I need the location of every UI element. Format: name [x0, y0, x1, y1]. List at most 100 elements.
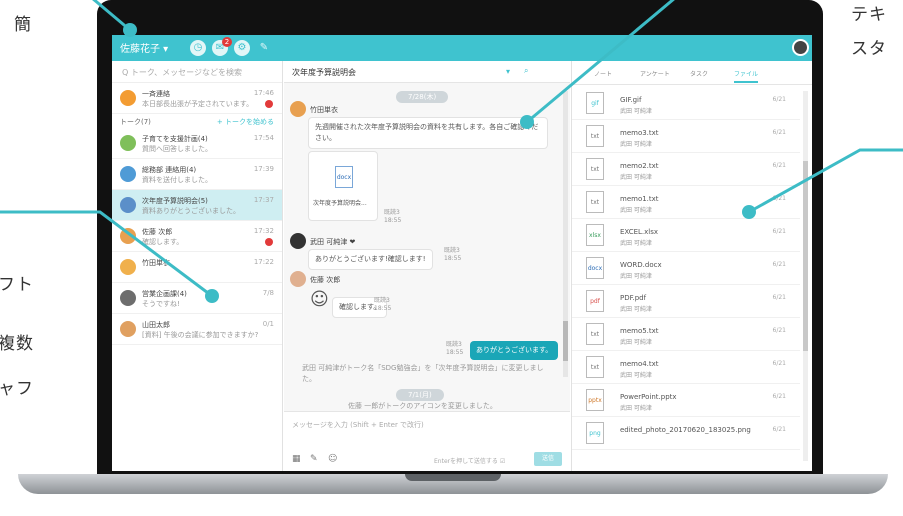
file-name: memo4.txt: [620, 360, 659, 368]
user-menu[interactable]: 佐藤花子 ▾: [120, 40, 168, 55]
list-item-time: 7/8: [262, 289, 274, 297]
file-name: EXCEL.xlsx: [620, 228, 659, 236]
list-item[interactable]: 山田太郎 [資料] 午後の会議に参加できますか? 0/1: [112, 314, 282, 345]
avatar: [290, 233, 306, 249]
send-button[interactable]: 送信: [534, 452, 562, 466]
file-owner: 武田 可純津: [620, 372, 652, 379]
tab-file[interactable]: ファイル: [734, 69, 759, 83]
file-row[interactable]: txt memo5.txt 武田 可純津 6/21: [572, 318, 800, 351]
list-item[interactable]: 総務部 連絡用(4) 資料を送付しました。 17:39: [112, 159, 282, 190]
chat-header: 次年度予算説明会 ▾ ⌕: [284, 61, 570, 83]
list-item[interactable]: 営業企画課(4) そうですね! 7/8: [112, 283, 282, 314]
file-panel: ノート アンケート タスク ファイル gif GIF.gif 武田 可純津 6/21 t…: [571, 61, 812, 471]
list-item-subtitle: [資料] 午後の会議に参加できますか?: [142, 331, 259, 339]
unread-dot: [265, 238, 273, 246]
app-screen: 佐藤花子 ▾ ◷ ✉ 2 ⚙ ✎ Q トーク、メッセージなどを検索 一斉連絡 本…: [112, 35, 812, 471]
side-text-right-2: スタ: [851, 39, 887, 59]
list-item-title: 営業企画課(4): [142, 290, 187, 298]
list-item-title: 総務部 連絡用(4): [142, 166, 197, 174]
avatar: [120, 259, 136, 275]
file-scrollbar[interactable]: [803, 91, 808, 461]
file-row[interactable]: gif GIF.gif 武田 可純津 6/21: [572, 87, 800, 120]
avatar[interactable]: [792, 39, 809, 56]
message-time: 18:55: [384, 217, 402, 224]
message-time: 18:55: [374, 305, 392, 312]
avatar: [120, 228, 136, 244]
file-icon: pdf: [586, 290, 604, 312]
tab-note[interactable]: ノート: [594, 69, 612, 78]
file-name: edited_photo_20170620_183025.png: [620, 426, 751, 434]
file-owner: 武田 可純津: [620, 207, 652, 214]
file-owner: 武田 可純津: [620, 108, 652, 115]
send-hint[interactable]: Enterを押して送信する ☑: [434, 456, 505, 465]
file-icon: txt: [586, 323, 604, 345]
file-row[interactable]: png edited_photo_20170620_183025.png 6/21: [572, 417, 800, 450]
attachment-name: 次年度予算説明会...: [313, 200, 367, 207]
top-bar: 佐藤花子 ▾ ◷ ✉ 2 ⚙ ✎: [112, 35, 812, 61]
list-item-pinned[interactable]: 一斉連絡 本日部長出張が予定されています。 17:46: [112, 83, 282, 114]
list-item[interactable]: 佐藤 次郎 確認します。 17:32: [112, 221, 282, 252]
side-text-left-3: ャフ: [0, 379, 34, 399]
file-date: 6/21: [772, 129, 786, 136]
file-name: memo1.txt: [620, 195, 659, 203]
avatar: [290, 101, 306, 117]
talk-group-header: トーク(7) + トークを始める: [112, 114, 282, 128]
grid-icon[interactable]: ▦: [292, 454, 301, 464]
list-item-time: 17:54: [253, 134, 274, 142]
file-icon: txt: [586, 356, 604, 378]
message-input[interactable]: メッセージを入力 (Shift + Enter で改行): [292, 420, 424, 430]
file-owner: 武田 可純津: [620, 174, 652, 181]
attachment-card[interactable]: docx 次年度予算説明会...: [308, 151, 378, 221]
list-item-title: 佐藤 次郎: [142, 228, 173, 236]
my-message-bubble: ありがとうございます。: [470, 341, 559, 360]
gear-icon[interactable]: ⚙: [234, 40, 250, 56]
file-date: 6/21: [772, 360, 786, 367]
file-icon: gif: [586, 92, 604, 114]
file-owner: 武田 可純津: [620, 306, 652, 313]
file-name: WORD.docx: [620, 261, 662, 269]
side-text-left-1: フト: [0, 275, 34, 295]
message-time: 18:55: [444, 255, 462, 262]
emoji-icon[interactable]: ☺: [328, 454, 337, 464]
wrench-icon[interactable]: ✎: [256, 40, 272, 56]
list-item[interactable]: 子育てを支援計画(4) 質問へ回答しました。 17:54: [112, 128, 282, 159]
system-message: 武田 可純津がトーク名「SDG勉強会」を「次年度予算説明会」に変更しました。: [302, 364, 544, 383]
list-item[interactable]: 竹田単衣 17:22: [112, 252, 282, 283]
file-date: 6/21: [772, 426, 786, 433]
date-separator: 7/1(月): [396, 389, 444, 401]
start-talk-button[interactable]: + トークを始める: [217, 117, 274, 127]
tab-survey[interactable]: アンケート: [640, 69, 670, 78]
megaphone-icon: [120, 90, 136, 106]
chat-menu-icon[interactable]: ▾: [506, 67, 510, 76]
avatar: [120, 290, 136, 306]
file-row[interactable]: docx WORD.docx 武田 可純津 6/21: [572, 252, 800, 285]
date-separator: 7/28(木): [396, 91, 449, 103]
callout-dot: [742, 205, 756, 219]
file-date: 6/21: [772, 261, 786, 268]
file-row[interactable]: txt memo2.txt 武田 可純津 6/21: [572, 153, 800, 186]
file-row[interactable]: pptx PowerPoint.pptx 武田 可純津 6/21: [572, 384, 800, 417]
file-row[interactable]: txt memo4.txt 武田 可純津 6/21: [572, 351, 800, 384]
list-item-time: 17:32: [253, 227, 274, 235]
list-item[interactable]: 次年度予算説明会(5) 資料ありがとうございました。 17:37: [112, 190, 282, 221]
clock-icon[interactable]: ◷: [190, 40, 206, 56]
read-count: 既読3: [444, 247, 460, 254]
message-bubble: ありがとうございます!確認します!: [308, 249, 433, 270]
file-row[interactable]: txt memo3.txt 武田 可純津 6/21: [572, 120, 800, 153]
file-row[interactable]: xlsx EXCEL.xlsx 武田 可純津 6/21: [572, 219, 800, 252]
avatar: [120, 197, 136, 213]
list-item-title: 一斉連絡: [142, 90, 170, 98]
search-icon[interactable]: ⌕: [524, 66, 528, 76]
file-row[interactable]: txt memo1.txt 武田 可純津 6/21: [572, 186, 800, 219]
file-owner: 武田 可純津: [620, 141, 652, 148]
file-date: 6/21: [772, 162, 786, 169]
file-row[interactable]: pdf PDF.pdf 武田 可純津 6/21: [572, 285, 800, 318]
read-count: 既読3: [446, 341, 462, 348]
file-icon: png: [586, 422, 604, 444]
search-input[interactable]: Q トーク、メッセージなどを検索: [112, 61, 282, 83]
chat-scrollbar[interactable]: [563, 91, 568, 377]
list-item-subtitle: 本日部長出張が予定されています。: [142, 100, 254, 108]
tab-task[interactable]: タスク: [690, 69, 708, 78]
paperclip-icon[interactable]: ✎: [310, 454, 318, 464]
list-item-title: 竹田単衣: [142, 259, 170, 267]
